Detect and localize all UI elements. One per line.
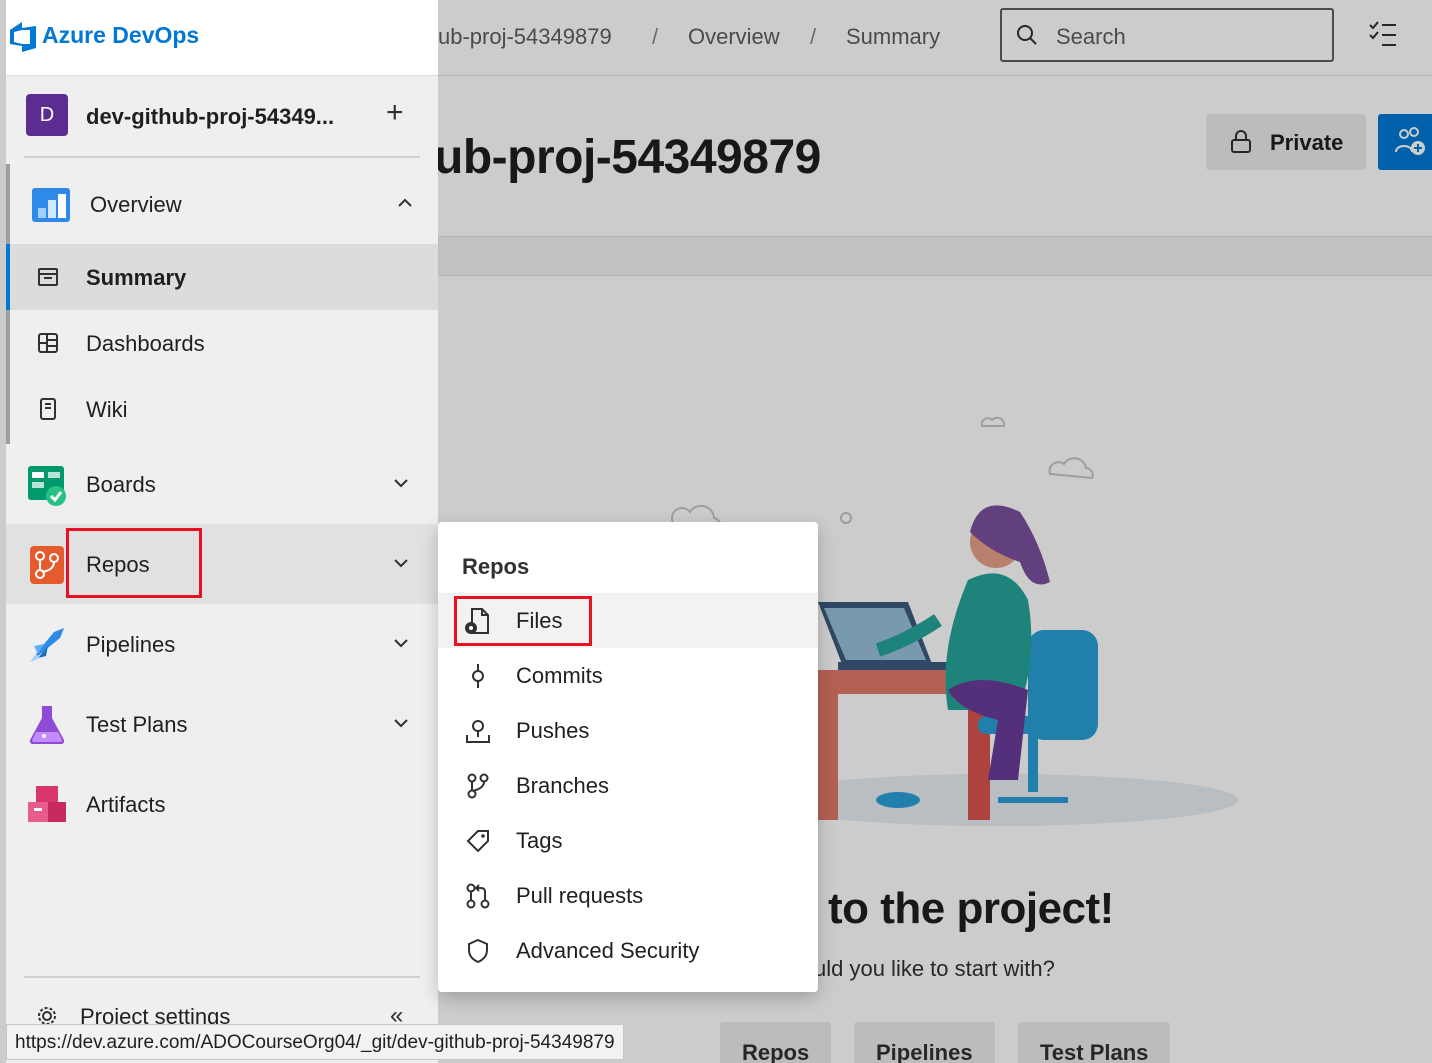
wiki-icon bbox=[40, 398, 56, 420]
overview-icon bbox=[32, 188, 70, 222]
menu-item-branches[interactable]: Branches bbox=[438, 758, 818, 813]
nav-item-boards[interactable]: Boards bbox=[6, 444, 438, 524]
azure-devops-logo-icon[interactable] bbox=[8, 20, 42, 54]
dashboards-icon bbox=[38, 333, 58, 353]
chevron-down-icon[interactable] bbox=[392, 474, 410, 492]
nav-label: Dashboards bbox=[86, 331, 205, 356]
menu-item-pull-requests[interactable]: Pull requests bbox=[438, 868, 818, 923]
chevron-up-icon[interactable] bbox=[396, 194, 414, 212]
nav-item-overview[interactable]: Overview bbox=[10, 164, 442, 244]
divider bbox=[24, 156, 420, 158]
brand-name[interactable]: Azure DevOps bbox=[42, 22, 199, 49]
nav-item-dashboards[interactable]: Dashboards bbox=[10, 310, 438, 376]
pull-request-icon bbox=[466, 883, 490, 909]
repos-flyout-menu: Repos Files Commits Pushes Branches Tags… bbox=[438, 522, 818, 992]
boards-icon bbox=[28, 466, 66, 506]
nav-item-summary[interactable]: Summary bbox=[6, 244, 438, 310]
highlight-box-repos bbox=[66, 528, 202, 598]
nav-item-wiki[interactable]: Wiki bbox=[10, 376, 438, 442]
branches-icon bbox=[467, 773, 489, 799]
menu-item-label: Pull requests bbox=[516, 883, 644, 908]
test-plans-icon bbox=[29, 706, 65, 745]
project-selector[interactable]: D dev-github-proj-54349... + bbox=[6, 82, 438, 152]
chevron-down-icon[interactable] bbox=[392, 714, 410, 732]
menu-item-label: Pushes bbox=[516, 718, 590, 743]
nav-label: Overview bbox=[90, 192, 182, 217]
pushes-icon bbox=[466, 720, 490, 743]
menu-item-tags[interactable]: Tags bbox=[438, 813, 818, 868]
shield-icon bbox=[468, 938, 488, 964]
menu-item-label: Advanced Security bbox=[516, 938, 700, 963]
menu-item-commits[interactable]: Commits bbox=[438, 648, 818, 703]
highlight-box-files bbox=[454, 596, 592, 646]
divider bbox=[24, 976, 420, 978]
repos-icon bbox=[30, 546, 64, 584]
nav-label: Wiki bbox=[86, 397, 128, 422]
menu-item-label: Commits bbox=[516, 663, 603, 688]
left-navigation: Azure DevOps D dev-github-proj-54349... … bbox=[6, 0, 438, 1063]
nav-item-artifacts[interactable]: Artifacts bbox=[6, 764, 438, 844]
chevron-down-icon[interactable] bbox=[392, 634, 410, 652]
nav-label: Artifacts bbox=[86, 792, 166, 817]
nav-label: Boards bbox=[86, 472, 156, 497]
project-avatar: D bbox=[26, 94, 68, 136]
tag-icon bbox=[466, 830, 489, 853]
menu-item-pushes[interactable]: Pushes bbox=[438, 703, 818, 758]
pipelines-icon bbox=[30, 628, 64, 662]
commits-icon bbox=[472, 664, 484, 688]
overview-group: Overview Summary Dashboards Wiki bbox=[6, 164, 438, 444]
summary-icon bbox=[38, 268, 58, 286]
flyout-title: Repos bbox=[462, 554, 530, 579]
nav-label: Pipelines bbox=[86, 632, 176, 657]
nav-header: Azure DevOps bbox=[6, 0, 438, 76]
nav-item-pipelines[interactable]: Pipelines bbox=[6, 604, 438, 684]
project-name[interactable]: dev-github-proj-54349... bbox=[86, 104, 334, 130]
add-icon[interactable]: + bbox=[386, 96, 404, 130]
menu-item-label: Tags bbox=[516, 828, 563, 853]
chevron-down-icon[interactable] bbox=[392, 554, 410, 572]
nav-label: Summary bbox=[86, 265, 187, 290]
link-status-bar: https://dev.azure.com/ADOCourseOrg04/_gi… bbox=[6, 1024, 624, 1060]
nav-item-test-plans[interactable]: Test Plans bbox=[6, 684, 438, 764]
menu-item-label: Branches bbox=[516, 773, 609, 798]
artifacts-icon bbox=[28, 786, 66, 822]
nav-label: Test Plans bbox=[86, 712, 188, 737]
menu-item-advanced-security[interactable]: Advanced Security bbox=[438, 923, 818, 978]
